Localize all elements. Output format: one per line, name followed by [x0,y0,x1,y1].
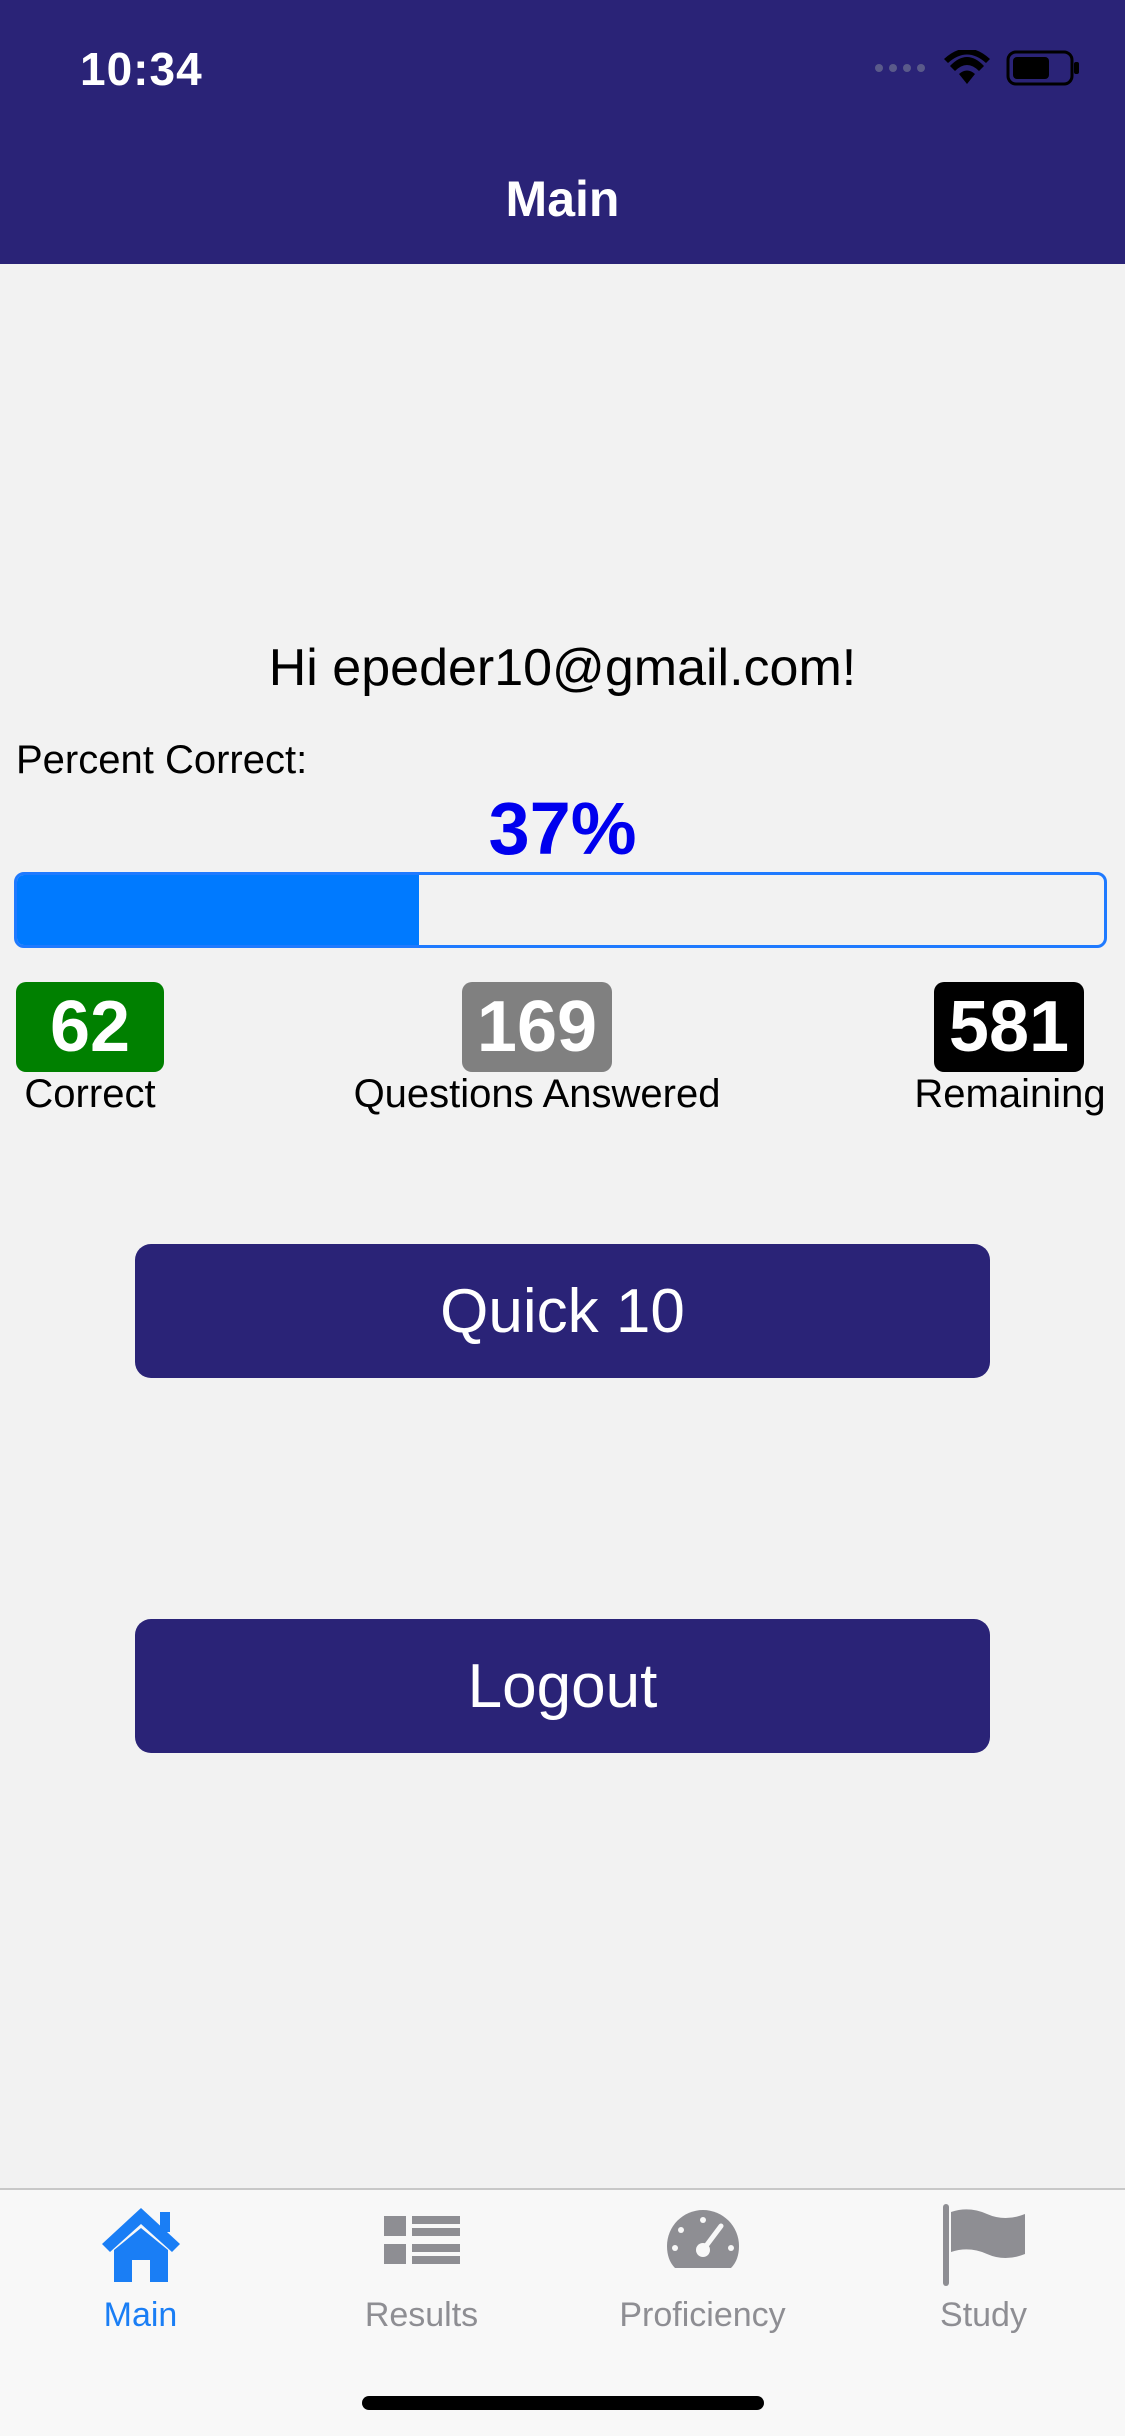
remaining-count-badge: 581 [934,982,1084,1072]
percent-correct-value: 37% [488,787,637,870]
tab-study[interactable]: Study [843,2200,1124,2350]
tab-main[interactable]: Main [0,2200,281,2350]
correct-label: Correct [24,1072,156,1116]
tab-proficiency-label: Proficiency [619,2296,786,2334]
tab-proficiency[interactable]: Proficiency [562,2200,843,2350]
wifi-icon [944,50,990,84]
status-time: 10:34 [80,43,203,95]
nav-header: 10:34 Main [0,0,1125,264]
speedometer-icon [666,2210,739,2268]
flag-icon [942,2204,1025,2286]
logout-button[interactable]: Logout [135,1619,990,1753]
signal-icon [875,64,925,72]
list-icon [383,2216,460,2264]
quick10-button[interactable]: Quick 10 [135,1244,990,1378]
greeting-text: Hi epeder10@gmail.com! [268,639,857,697]
tab-study-label: Study [940,2296,1027,2334]
answered-label: Questions Answered [353,1072,721,1116]
answered-count-badge: 169 [462,982,612,1072]
page-title: Main [505,171,620,227]
home-indicator [362,2396,764,2410]
tab-results-label: Results [364,2296,479,2334]
home-icon [101,2208,180,2282]
percent-progress-bar [14,872,1107,948]
remaining-label: Remaining [914,1072,1106,1116]
tab-results[interactable]: Results [281,2200,562,2350]
battery-icon [1006,50,1079,86]
status-icons [874,50,1080,86]
tab-main-label: Main [103,2296,178,2334]
percent-correct-label: Percent Correct: [16,738,308,782]
correct-count-badge: 62 [16,982,164,1072]
percent-progress-fill [17,875,420,945]
